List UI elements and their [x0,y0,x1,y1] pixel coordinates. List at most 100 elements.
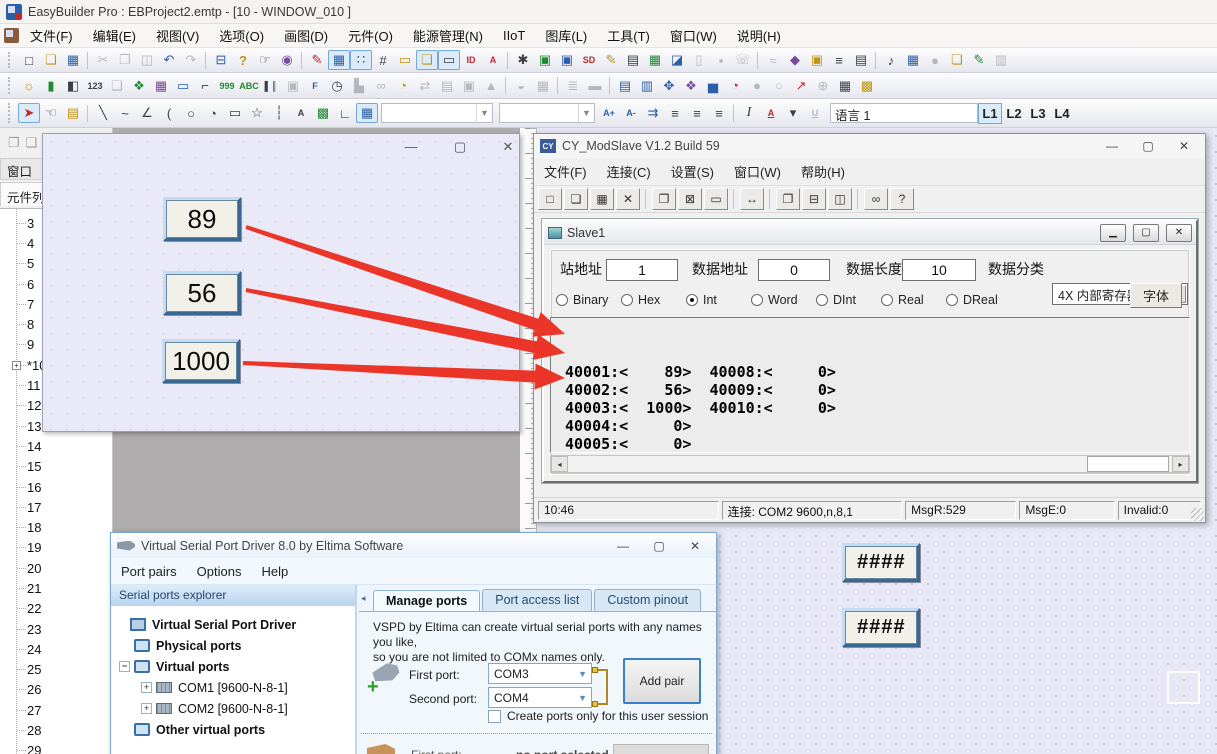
select-tool-icon[interactable]: ➤ [18,103,40,123]
font-color-icon[interactable]: A [760,103,782,123]
close-icon[interactable]: ✕ [1169,139,1199,153]
menu-item[interactable]: 图库(L) [536,23,596,48]
pen-icon[interactable]: ✎ [306,50,328,70]
menu-item[interactable]: 连接(C) [597,158,661,185]
pointer-icon[interactable]: ❖ [128,76,150,96]
numeric-display-widget[interactable]: 56 [163,271,241,315]
toolbar-icon[interactable] [87,105,89,122]
save-icon[interactable]: ▦ [590,188,614,210]
disabled-button[interactable] [613,744,709,754]
minimize-icon[interactable]: — [1097,139,1127,153]
ports-tree-item[interactable]: − Virtual ports [111,656,355,677]
menu-item[interactable]: 文件(F) [21,23,82,48]
ports-tree-item[interactable]: + COM1 [9600-N-8-1] [111,677,355,698]
scale-ticks-icon[interactable]: ┆ [268,103,290,123]
bulb-icon[interactable]: ☼ [18,76,40,96]
panel-icon[interactable]: ▦ [532,76,554,96]
window-rect-icon[interactable]: ▭ [394,50,416,70]
expand-icon[interactable]: − [119,661,130,672]
value-999-icon[interactable]: 999 [216,76,238,96]
scrollbar-track[interactable] [568,456,1172,472]
toolbar-icon[interactable] [757,52,759,69]
scrollbar-thumb[interactable] [1087,456,1169,472]
cabinet-icon[interactable]: ▤ [850,50,872,70]
compile-icon[interactable]: ✱ [512,50,534,70]
find-icon[interactable]: ◉ [276,50,298,70]
ports-tree-item[interactable]: + COM2 [9600-N-8-1] [111,698,355,719]
ruler-icon[interactable]: ▦ [328,50,350,70]
context-help-icon[interactable]: ☞ [254,50,276,70]
tile-vertical-icon[interactable]: ◫ [828,188,852,210]
window-tree-item[interactable]: 24 [0,639,112,659]
tab[interactable]: Port access list [482,589,592,611]
data-length-input[interactable]: 10 [902,259,976,281]
rect-icon[interactable]: ▭ [224,103,246,123]
bar-123-icon[interactable]: ▤ [614,76,636,96]
format-radio[interactable]: DReal [946,293,1011,307]
scroll-right-icon[interactable]: ▸ [1172,456,1189,472]
window-tree-item[interactable]: 17 [0,497,112,517]
move-icon[interactable]: ✥ [658,76,680,96]
textbox-icon[interactable]: ▭ [172,76,194,96]
schedule-icon[interactable]: ◔ [392,76,414,96]
open-icon[interactable]: ❏ [564,188,588,210]
menu-item[interactable]: Port pairs [111,560,187,583]
toolbar-icon[interactable] [733,105,735,122]
sd-card-icon[interactable]: SD [578,50,600,70]
numeric-display-widget[interactable]: 1000 [162,339,240,383]
bar-hmi-icon[interactable]: ▥ [636,76,658,96]
menu-item[interactable]: 选项(O) [210,23,273,48]
toolbar-icon[interactable] [769,189,771,209]
toolbar-icon[interactable] [507,52,509,69]
gauge-icon[interactable]: ◒ [510,76,532,96]
print-icon[interactable]: ⊟ [210,50,232,70]
resize-grip[interactable] [1191,508,1204,521]
first-port-combo[interactable]: COM3 ▼ [488,663,592,684]
state-icon[interactable]: ▮ [40,76,62,96]
data-address-input[interactable]: 0 [758,259,830,281]
ascii-icon[interactable]: ABC [238,76,260,96]
delete-station-icon[interactable]: ⊠ [678,188,702,210]
simulate-icon[interactable]: ▣ [556,50,578,70]
align-center-icon[interactable]: ≡ [686,103,708,123]
toolbar-icon[interactable] [645,189,647,209]
stack-icon[interactable]: ❑ [106,76,128,96]
history-table-icon[interactable]: ▦ [834,76,856,96]
image2-icon[interactable]: ▣ [458,76,480,96]
animation-icon[interactable]: ▲ [480,76,502,96]
close-icon[interactable]: ✕ [1166,224,1192,242]
toolbar-icon[interactable] [857,189,859,209]
undo-icon[interactable]: ↶ [158,50,180,70]
menu-item[interactable]: 说明(H) [728,23,790,48]
id-icon[interactable]: ID [460,50,482,70]
edit-icon[interactable]: ✎ [600,50,622,70]
align-left-icon[interactable]: ≡ [664,103,686,123]
picture-view-icon[interactable]: ▩ [856,76,878,96]
grid-icon[interactable]: ∷ [350,50,372,70]
polyline-icon[interactable]: ∠ [136,103,158,123]
numeric-display-widget[interactable]: 89 [163,197,241,241]
window-tree-item[interactable]: 21 [0,578,112,598]
language-state-button[interactable]: L4 [1050,103,1074,124]
station-address-input[interactable]: 1 [606,259,678,281]
transform-icon[interactable]: ❖ [680,76,702,96]
arc-icon[interactable]: ( [158,103,180,123]
numeric-placeholder-widget[interactable]: #### [842,543,920,582]
window-tree-item[interactable]: 14 [0,436,112,456]
window-tree-item[interactable]: 23 [0,619,112,639]
expand-icon[interactable]: + [141,703,152,714]
window-tree-item[interactable]: 15 [0,457,112,477]
checkbox[interactable] [488,710,501,723]
new-icon[interactable]: □ [538,188,562,210]
new-icon[interactable]: □ [18,50,40,70]
window-tree-item[interactable]: 19 [0,538,112,558]
menu-item[interactable]: 窗口(W) [661,23,726,48]
usb-icon[interactable]: ▯ [688,50,710,70]
note-icon[interactable]: ✎ [968,50,990,70]
scroll-left-icon[interactable]: ◂ [551,456,568,472]
link-icon[interactable]: ∞ [370,76,392,96]
corner-icon[interactable]: ∟ [334,103,356,123]
table-icon[interactable]: ▦ [644,50,666,70]
ports-tree-item[interactable]: Virtual Serial Port Driver [111,614,355,635]
mqtt-icon[interactable]: ≣ [562,76,584,96]
